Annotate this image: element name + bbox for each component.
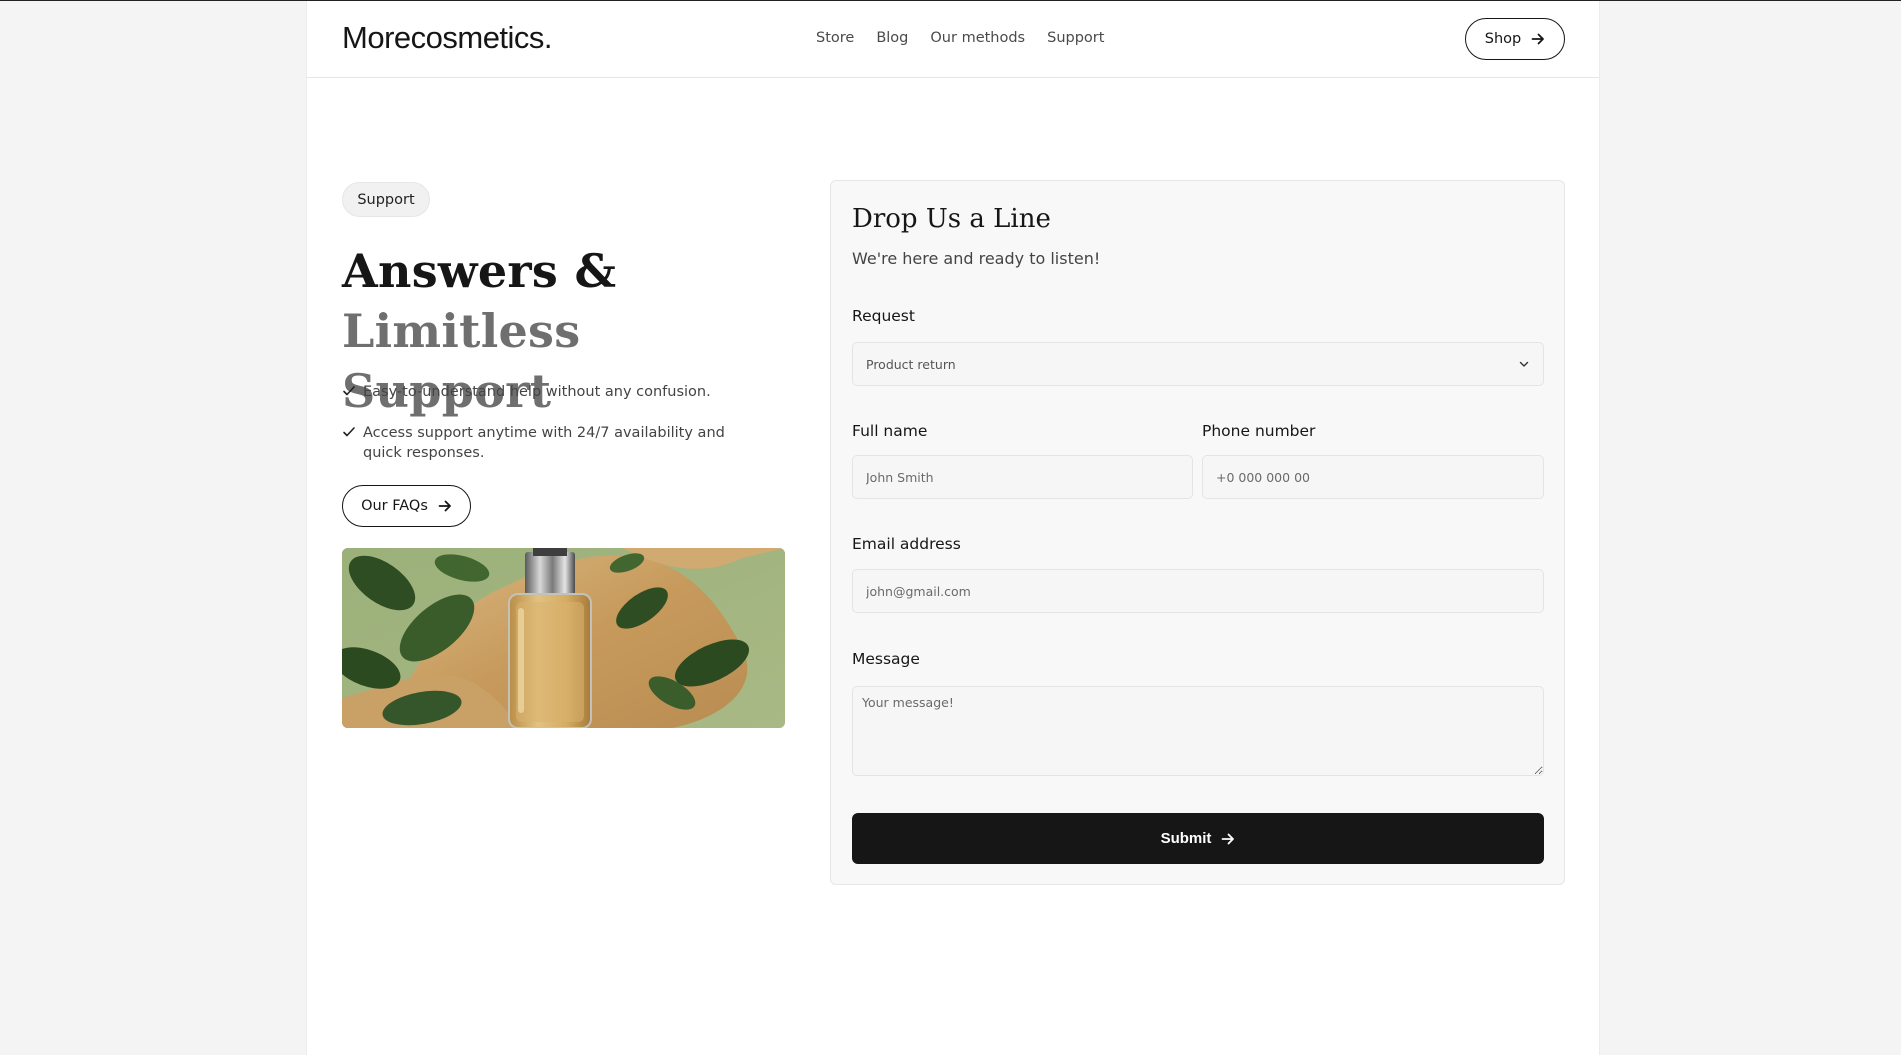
request-select[interactable]: Product return xyxy=(852,342,1544,386)
feature-item: Easy-to-understand help without any conf… xyxy=(342,382,762,402)
faq-button[interactable]: Our FAQs xyxy=(342,485,471,527)
feature-item: Access support anytime with 24/7 availab… xyxy=(342,423,767,463)
chevron-down-icon xyxy=(1519,361,1529,367)
arrow-right-icon xyxy=(1531,33,1545,45)
check-icon xyxy=(343,427,355,437)
feature-text: Easy-to-understand help without any conf… xyxy=(363,384,711,400)
check-icon xyxy=(343,386,355,396)
arrow-right-icon xyxy=(438,500,451,512)
headline-dark: Answers & xyxy=(342,244,617,298)
nav-link-store[interactable]: Store xyxy=(816,30,854,46)
form-subtitle: We're here and ready to listen! xyxy=(852,249,1101,268)
nav-link-support[interactable]: Support xyxy=(1047,30,1104,46)
phone-label: Phone number xyxy=(1202,422,1316,440)
nav-link-our-methods[interactable]: Our methods xyxy=(930,30,1025,46)
request-label: Request xyxy=(852,307,915,325)
phone-input[interactable] xyxy=(1202,455,1544,499)
product-image xyxy=(342,548,785,728)
section-badge: Support xyxy=(342,182,430,217)
faq-button-label: Our FAQs xyxy=(361,498,428,514)
fullname-label: Full name xyxy=(852,422,928,440)
message-label: Message xyxy=(852,650,920,668)
feature-text: Access support anytime with 24/7 availab… xyxy=(363,425,725,461)
perfume-bottle-illustration xyxy=(342,548,785,728)
main-nav: Store Blog Our methods Support xyxy=(816,30,1104,46)
shop-button[interactable]: Shop xyxy=(1465,18,1565,60)
arrow-right-icon xyxy=(1222,833,1235,844)
nav-link-blog[interactable]: Blog xyxy=(876,30,908,46)
email-label: Email address xyxy=(852,535,961,553)
email-input[interactable] xyxy=(852,569,1544,613)
page-container: Morecosmetics. Store Blog Our methods Su… xyxy=(306,1,1600,1055)
fullname-input[interactable] xyxy=(852,455,1193,499)
site-header: Morecosmetics. Store Blog Our methods Su… xyxy=(307,1,1599,78)
submit-button-label: Submit xyxy=(1160,830,1212,847)
shop-button-label: Shop xyxy=(1484,31,1522,47)
submit-button[interactable]: Submit xyxy=(852,813,1544,864)
message-textarea[interactable] xyxy=(852,686,1544,776)
request-selected-value: Product return xyxy=(866,356,956,372)
contact-form-card: Drop Us a Line We're here and ready to l… xyxy=(830,180,1565,885)
logo[interactable]: Morecosmetics. xyxy=(342,20,553,56)
form-title: Drop Us a Line xyxy=(852,204,1051,234)
